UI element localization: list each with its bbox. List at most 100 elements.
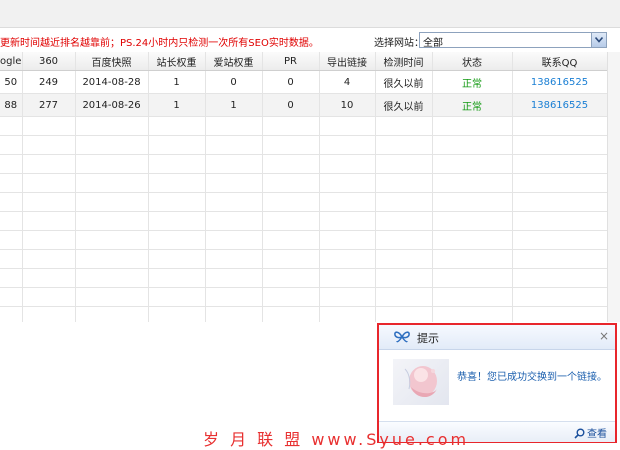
empty-cell	[319, 306, 376, 322]
empty-cell	[262, 192, 320, 212]
empty-cell	[205, 287, 263, 307]
empty-cell	[0, 192, 23, 212]
header-row: ogle 360 百度快照 站长权重 爱站权重 PR 导出链接 检测时间 状态 …	[0, 52, 608, 71]
table-row[interactable]: 50 249 2014-08-28 1 0 0 4 很久以前 正常 138616…	[0, 70, 608, 94]
empty-cell	[512, 230, 608, 250]
empty-cell	[319, 192, 376, 212]
empty-cell	[432, 268, 513, 288]
empty-row	[0, 135, 608, 155]
empty-cell	[205, 268, 263, 288]
column-header[interactable]: 检测时间	[375, 52, 433, 71]
empty-cell	[0, 135, 23, 155]
site-select-value: 全部	[423, 38, 443, 49]
empty-row	[0, 192, 608, 212]
empty-cell	[148, 154, 206, 174]
empty-cell	[432, 192, 513, 212]
notification-popup: 提示 × 恭喜！您已成功交换到一个链接。 查看	[377, 323, 617, 443]
popup-close-button[interactable]: ×	[599, 329, 609, 343]
empty-cell	[22, 117, 76, 136]
empty-cell	[205, 306, 263, 322]
empty-cell	[512, 268, 608, 288]
empty-cell	[512, 192, 608, 212]
column-header[interactable]: 站长权重	[148, 52, 206, 71]
empty-cell	[432, 173, 513, 193]
view-button[interactable]: 查看	[574, 425, 607, 440]
empty-cell	[75, 192, 149, 212]
column-header[interactable]: 360	[22, 52, 76, 71]
top-bar	[0, 0, 620, 28]
empty-cell	[262, 287, 320, 307]
empty-cell	[0, 211, 23, 231]
empty-cell	[22, 287, 76, 307]
empty-cell	[148, 306, 206, 322]
empty-cell	[319, 173, 376, 193]
column-header[interactable]: ogle	[0, 52, 23, 71]
empty-cell	[375, 230, 433, 250]
empty-cell	[22, 154, 76, 174]
empty-cell	[375, 154, 433, 174]
empty-row	[0, 154, 608, 174]
empty-cell	[0, 154, 23, 174]
butterfly-logo-icon	[394, 331, 410, 343]
magnifier-icon	[574, 428, 585, 439]
links-grid: ogle 360 百度快照 站长权重 爱站权重 PR 导出链接 检测时间 状态 …	[0, 52, 620, 322]
site-watermark: 岁 月 联 盟 www.Syue.com	[203, 430, 470, 449]
empty-row	[0, 249, 608, 269]
empty-cell	[512, 306, 608, 322]
empty-row	[0, 306, 608, 322]
empty-cell	[512, 287, 608, 307]
empty-cell	[375, 268, 433, 288]
popup-illustration	[393, 359, 449, 405]
empty-cell	[262, 173, 320, 193]
column-header[interactable]: PR	[262, 52, 320, 71]
table-cell: 很久以前	[375, 93, 433, 117]
empty-cell	[375, 192, 433, 212]
empty-cell	[148, 287, 206, 307]
qq-link[interactable]: 138616525	[512, 93, 608, 117]
empty-cell	[319, 117, 376, 136]
qq-link[interactable]: 138616525	[512, 70, 608, 94]
column-header[interactable]: 状态	[432, 52, 513, 71]
chevron-down-icon	[595, 37, 603, 43]
site-select[interactable]: 全部	[419, 32, 607, 49]
empty-cell	[75, 173, 149, 193]
empty-cell	[375, 249, 433, 269]
table-cell: 10	[319, 93, 376, 117]
empty-cell	[262, 268, 320, 288]
empty-cell	[148, 173, 206, 193]
select-arrow-button[interactable]	[591, 33, 606, 47]
empty-cell	[432, 135, 513, 155]
empty-cell	[375, 306, 433, 322]
empty-cell	[75, 154, 149, 174]
table-cell: 4	[319, 70, 376, 94]
view-label: 查看	[587, 429, 607, 440]
vertical-scrollbar[interactable]	[607, 52, 620, 322]
empty-cell	[375, 287, 433, 307]
empty-cell	[205, 154, 263, 174]
empty-cell	[319, 154, 376, 174]
empty-cell	[205, 230, 263, 250]
empty-row	[0, 173, 608, 193]
table-cell: 0	[205, 70, 263, 94]
empty-cell	[262, 249, 320, 269]
empty-cell	[432, 117, 513, 136]
popup-header: 提示 ×	[379, 325, 615, 350]
empty-cell	[75, 268, 149, 288]
empty-cell	[319, 211, 376, 231]
empty-cell	[432, 154, 513, 174]
empty-cell	[205, 173, 263, 193]
empty-cell	[512, 154, 608, 174]
empty-cell	[75, 230, 149, 250]
column-header[interactable]: 爱站权重	[205, 52, 263, 71]
table-cell: 很久以前	[375, 70, 433, 94]
empty-cell	[375, 135, 433, 155]
column-header[interactable]: 百度快照	[75, 52, 149, 71]
empty-cell	[205, 117, 263, 136]
table-row[interactable]: 88 277 2014-08-26 1 1 0 10 很久以前 正常 13861…	[0, 93, 608, 117]
column-header[interactable]: 联系QQ	[512, 52, 608, 71]
column-header[interactable]: 导出链接	[319, 52, 376, 71]
empty-cell	[375, 173, 433, 193]
site-filter-label: 选择网站：	[374, 38, 424, 49]
table-cell: 249	[22, 70, 76, 94]
popup-message: 恭喜！您已成功交换到一个链接。	[457, 372, 607, 383]
